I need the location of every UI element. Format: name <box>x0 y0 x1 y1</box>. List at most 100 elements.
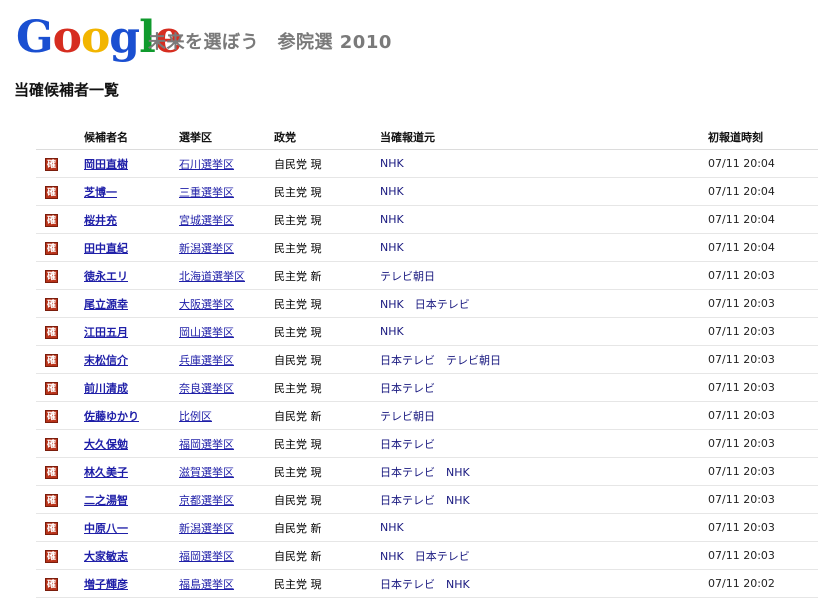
confirmed-badge-icon: 確 <box>45 325 58 339</box>
candidate-name-link[interactable]: 大家敏志 <box>84 550 128 563</box>
district-link[interactable]: 滋賀選挙区 <box>179 466 234 479</box>
district-link[interactable]: 京都選挙区 <box>179 494 234 507</box>
district-link[interactable]: 岡山選挙区 <box>179 326 234 339</box>
party-cell: 自民党 現 <box>274 149 380 178</box>
candidate-name-link[interactable]: 前川清成 <box>84 382 128 395</box>
time-cell: 07/11 20:03 <box>708 541 818 570</box>
name-cell: 岡田直樹 <box>84 149 179 178</box>
candidate-name-link[interactable]: 芝博一 <box>84 186 117 199</box>
district-link[interactable]: 三重選挙区 <box>179 186 234 199</box>
table-row: 確 佐藤ゆかり 比例区 自民党 新テレビ朝日 07/11 20:03 <box>36 401 818 430</box>
district-link[interactable]: 福岡選挙区 <box>179 550 234 563</box>
district-link[interactable]: 比例区 <box>179 410 212 423</box>
table-row: 確 江田五月 岡山選挙区 民主党 現 NHK 07/11 20:03 <box>36 317 818 346</box>
district-link[interactable]: 福島選挙区 <box>179 578 234 591</box>
candidate-name-link[interactable]: 岡田直樹 <box>84 158 128 171</box>
name-cell: 大家敏志 <box>84 541 179 570</box>
candidate-name-link[interactable]: 田中直紀 <box>84 242 128 255</box>
candidate-name-link[interactable]: 中原八一 <box>84 522 128 535</box>
party-cell: 民主党 現 <box>274 177 380 206</box>
party-cell: 民主党 現 <box>274 373 380 402</box>
time-cell: 07/11 20:03 <box>708 373 818 402</box>
district-link[interactable]: 新潟選挙区 <box>179 242 234 255</box>
page-title: 当確候補者一覧 <box>14 81 120 99</box>
district-link[interactable]: 新潟選挙区 <box>179 522 234 535</box>
table-row: 確 大久保勉 福岡選挙区 民主党 現日本テレビ 07/11 20:03 <box>36 429 818 458</box>
candidate-name-link[interactable]: 二之湯智 <box>84 494 128 507</box>
media-cell: NHK <box>380 513 708 542</box>
badge-cell: 確 <box>36 205 84 234</box>
media-cell: NHK <box>380 149 708 178</box>
party-cell: 民主党 現 <box>274 233 380 262</box>
time-cell: 07/11 20:03 <box>708 485 818 514</box>
table-header-row: 候補者名 選挙区 政党 当確報道元 初報道時刻 <box>36 124 818 150</box>
column-header-party: 政党 <box>274 124 380 150</box>
table-row: 確 前川清成 奈良選挙区 民主党 現日本テレビ 07/11 20:03 <box>36 373 818 402</box>
media-cell: 日本テレビ <box>380 373 708 402</box>
page-header: Google 未来を選ぼう 参院選 2010 <box>14 10 814 66</box>
confirmed-badge-icon: 確 <box>45 577 58 591</box>
party-cell: 自民党 新 <box>274 541 380 570</box>
confirmed-badge-icon: 確 <box>45 241 58 255</box>
district-link[interactable]: 宮城選挙区 <box>179 214 234 227</box>
media-cell: NHK 日本テレビ <box>380 541 708 570</box>
candidate-name-link[interactable]: 桜井充 <box>84 214 117 227</box>
media-cell: テレビ朝日 <box>380 401 708 430</box>
district-cell: 石川選挙区 <box>179 149 274 178</box>
candidate-name-link[interactable]: 林久美子 <box>84 466 128 479</box>
candidate-name-link[interactable]: 江田五月 <box>84 326 128 339</box>
candidate-name-link[interactable]: 大久保勉 <box>84 438 128 451</box>
time-cell: 07/11 20:04 <box>708 205 818 234</box>
confirmed-badge-icon: 確 <box>45 465 58 479</box>
district-cell: 大阪選挙区 <box>179 289 274 318</box>
media-cell: テレビ朝日 <box>380 261 708 290</box>
winners-table: 候補者名 選挙区 政党 当確報道元 初報道時刻 確岡田直樹 石川選挙区 自民党 現N… <box>36 124 818 598</box>
time-cell: 07/11 20:03 <box>708 261 818 290</box>
district-cell: 滋賀選挙区 <box>179 457 274 486</box>
badge-cell: 確 <box>36 233 84 262</box>
table-row: 確 大家敏志 福岡選挙区 自民党 新 NHK 日本テレビ 07/11 20:03 <box>36 541 818 570</box>
media-cell: 日本テレビ テレビ朝日 <box>380 345 708 374</box>
district-cell: 福島選挙区 <box>179 569 274 598</box>
confirmed-badge-icon: 確 <box>45 437 58 451</box>
media-cell: 日本テレビ NHK <box>380 569 708 598</box>
name-cell: 増子輝彦 <box>84 569 179 598</box>
district-link[interactable]: 北海道選挙区 <box>179 270 245 283</box>
time-cell: 07/11 20:03 <box>708 457 818 486</box>
table-row: 確 中原八一 新潟選挙区 自民党 新 NHK 07/11 20:03 <box>36 513 818 542</box>
name-cell: 大久保勉 <box>84 429 179 458</box>
confirmed-badge-icon: 確 <box>45 353 58 367</box>
name-cell: 尾立源幸 <box>84 289 179 318</box>
district-link[interactable]: 兵庫選挙区 <box>179 354 234 367</box>
table-row: 確 芝博一 三重選挙区 民主党 現 NHK 07/11 20:04 <box>36 177 818 206</box>
badge-cell: 確 <box>36 569 84 598</box>
district-cell: 奈良選挙区 <box>179 373 274 402</box>
badge-cell: 確 <box>36 373 84 402</box>
column-header-district: 選挙区 <box>179 124 274 150</box>
media-cell: NHK <box>380 205 708 234</box>
badge-cell: 確 <box>36 457 84 486</box>
confirmed-badge-icon: 確 <box>45 549 58 563</box>
time-cell: 07/11 20:02 <box>708 569 818 598</box>
candidate-name-link[interactable]: 佐藤ゆかり <box>84 410 139 423</box>
candidate-name-link[interactable]: 尾立源幸 <box>84 298 128 311</box>
name-cell: 田中直紀 <box>84 233 179 262</box>
district-link[interactable]: 福岡選挙区 <box>179 438 234 451</box>
confirmed-badge-icon: 確 <box>45 157 58 171</box>
candidate-name-link[interactable]: 徳永エリ <box>84 270 128 283</box>
candidate-name-link[interactable]: 末松信介 <box>84 354 128 367</box>
confirmed-badge-icon: 確 <box>45 213 58 227</box>
district-link[interactable]: 石川選挙区 <box>179 158 234 171</box>
table-row: 確 岡田直樹 石川選挙区 自民党 現 NHK 07/11 20:04 <box>36 149 818 178</box>
table-row: 確 末松信介 兵庫選挙区 自民党 現日本テレビ テレビ朝日 07/11 20:03 <box>36 345 818 374</box>
confirmed-badge-icon: 確 <box>45 297 58 311</box>
district-cell: 京都選挙区 <box>179 485 274 514</box>
name-cell: 桜井充 <box>84 205 179 234</box>
party-cell: 民主党 現 <box>274 289 380 318</box>
district-link[interactable]: 奈良選挙区 <box>179 382 234 395</box>
party-cell: 自民党 現 <box>274 345 380 374</box>
district-link[interactable]: 大阪選挙区 <box>179 298 234 311</box>
badge-cell: 確 <box>36 401 84 430</box>
candidate-name-link[interactable]: 増子輝彦 <box>84 578 128 591</box>
badge-cell: 確 <box>36 345 84 374</box>
